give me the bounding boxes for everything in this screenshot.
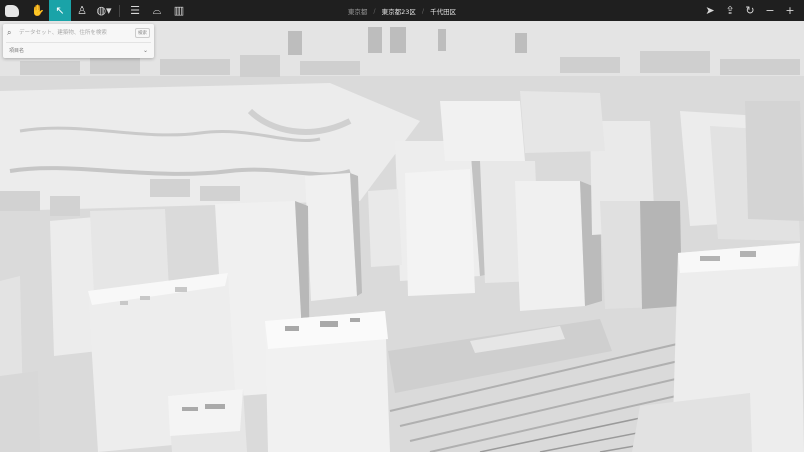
search-panel: ⌕ 検索 項目名 ⌄ [3, 24, 154, 58]
search-icon: ⌕ [7, 28, 12, 37]
filter-dropdown[interactable]: 項目名 ⌄ [3, 43, 154, 57]
filter-label: 項目名 [9, 47, 25, 54]
sliders-icon[interactable]: ☰ [124, 0, 146, 21]
search-button[interactable]: 検索 [135, 28, 150, 38]
3d-map-view[interactable] [0, 21, 804, 452]
hand-tool-icon[interactable]: ✋ [27, 0, 49, 21]
toolbar-divider [119, 4, 120, 17]
zoom-in-icon[interactable]: + [780, 0, 800, 21]
app-logo [5, 4, 19, 17]
share-icon[interactable]: ⇪ [720, 0, 740, 21]
terrain-icon[interactable]: ⌓ [146, 0, 168, 21]
rotate-icon[interactable]: ↻ [740, 0, 760, 21]
top-toolbar: ✋ ↖ ♙ ◍▾ ☰ ⌓ ▥ 東京都 / 東京都23区 / 千代田区 ➤ ⇪ ↻… [0, 0, 804, 21]
breadcrumb-prefecture[interactable]: 東京都 [348, 6, 368, 16]
breadcrumb: 東京都 / 東京都23区 / 千代田区 [347, 6, 457, 16]
chevron-down-icon: ⌄ [142, 46, 148, 54]
locate-icon[interactable]: ➤ [700, 0, 720, 21]
right-toolbar: ➤ ⇪ ↻ − + [700, 0, 800, 21]
search-input[interactable] [17, 26, 135, 40]
cursor-tool-icon[interactable]: ↖ [49, 0, 71, 21]
globe-tool-icon[interactable]: ◍▾ [93, 0, 115, 21]
breadcrumb-wards[interactable]: 東京都23区 [382, 6, 416, 16]
breadcrumb-ward[interactable]: 千代田区 [430, 6, 456, 16]
zoom-out-icon[interactable]: − [760, 0, 780, 21]
panel-icon[interactable]: ▥ [168, 0, 190, 21]
pin-tool-icon[interactable]: ♙ [71, 0, 93, 21]
